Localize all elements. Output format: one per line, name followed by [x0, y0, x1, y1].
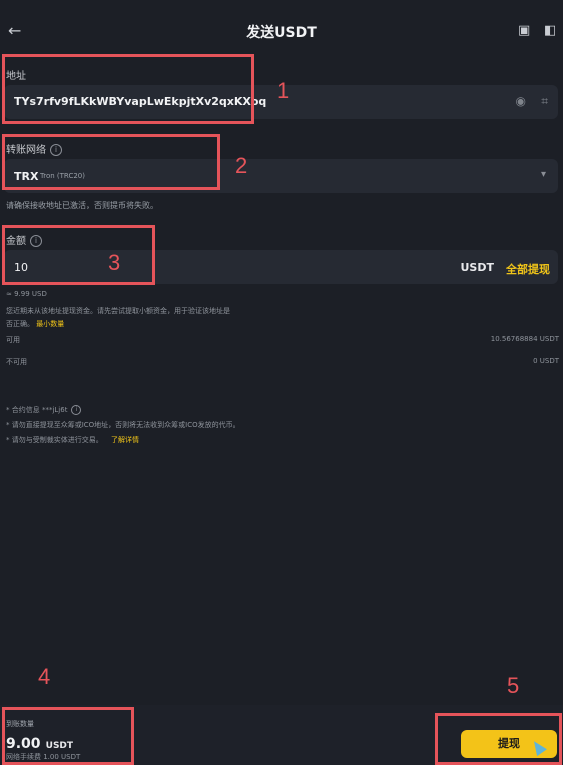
- available-value: 10.56768884 USDT: [490, 335, 559, 343]
- settings-icon[interactable]: ◧: [544, 23, 556, 39]
- learn-more-link[interactable]: 了解详情: [111, 436, 139, 444]
- notice-line-1: 您近期未从该地址提现资金。请先尝试提取小额资金，用于验证该地址是: [6, 307, 230, 315]
- warning-line-3: * 请勿与受制裁实体进行交易。 了解详情: [6, 435, 139, 445]
- annotation-box-2: [2, 134, 220, 190]
- contract-info: * 合约信息 ***jLj6t: [6, 406, 68, 414]
- page-title: 发送USDT: [246, 25, 317, 41]
- annotation-box-5: [435, 713, 562, 765]
- annotation-box-3: [2, 225, 155, 285]
- annotation-number-1: 1: [277, 78, 290, 103]
- sanction-warning: * 请勿与受制裁实体进行交易。: [6, 436, 103, 444]
- chevron-down-icon[interactable]: ▾: [541, 169, 546, 180]
- contact-book-icon[interactable]: ◉: [516, 94, 526, 108]
- annotation-box-1: [2, 54, 254, 124]
- scan-qr-icon[interactable]: ⌗: [541, 94, 548, 109]
- annotation-number-4: 4: [38, 664, 51, 689]
- network-hint: 请确保接收地址已激活，否则提币将失败。: [6, 201, 158, 210]
- available-label: 可用: [6, 336, 20, 344]
- warning-line-2: * 请勿直接提现至众筹或ICO地址，否则将无法收到众筹或ICO发放的代币。: [6, 421, 240, 429]
- warning-line-1: * 合约信息 ***jLj6t i: [6, 405, 82, 415]
- max-button[interactable]: 全部提现: [506, 261, 550, 277]
- history-icon[interactable]: ▣: [518, 23, 530, 39]
- unavailable-value: 0 USDT: [533, 357, 559, 365]
- min-amount-link[interactable]: 最小数量: [36, 320, 64, 328]
- annotation-number-2: 2: [235, 153, 248, 178]
- info-icon[interactable]: i: [71, 405, 82, 415]
- notice-text: 否正确。: [6, 320, 34, 328]
- amount-converted: ≈ 9.99 USD: [6, 290, 47, 298]
- amount-unit: USDT: [460, 261, 495, 274]
- unavailable-label: 不可用: [6, 358, 27, 366]
- annotation-number-5: 5: [507, 673, 520, 698]
- notice-line-2: 否正确。 最小数量: [6, 319, 64, 329]
- annotation-number-3: 3: [108, 250, 121, 275]
- annotation-box-4: [2, 707, 134, 765]
